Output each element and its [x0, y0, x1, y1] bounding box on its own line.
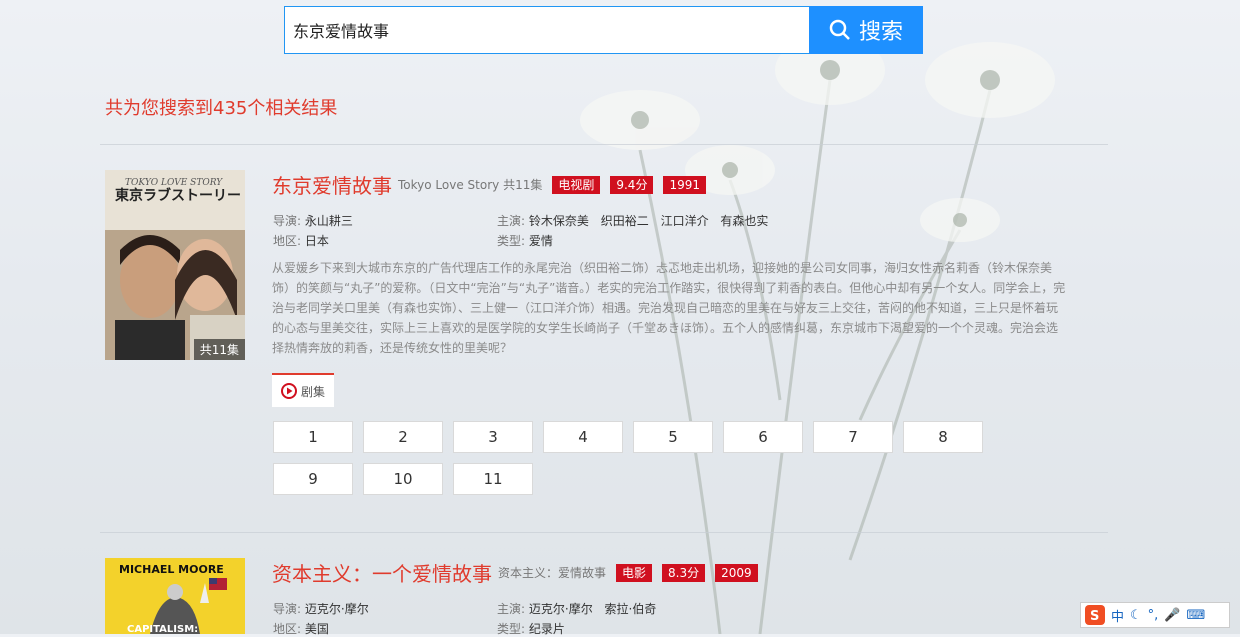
tab-episodes[interactable]: 剧集: [272, 373, 334, 407]
genre-value: 爱情: [528, 234, 553, 248]
region-row: 地区: 日本: [273, 232, 337, 249]
tab-episodes-label: 剧集: [300, 384, 325, 399]
punctuation-icon[interactable]: °,: [1148, 608, 1159, 623]
episodes-total: 共11集: [503, 178, 543, 192]
cast-label: 主演:: [497, 602, 526, 616]
tag-year: 2009: [715, 563, 758, 582]
svg-text:S: S: [1090, 609, 1099, 624]
genre-row: 类型: 爱情: [497, 232, 561, 249]
cast-member[interactable]: 迈克尔·摩尔: [529, 602, 593, 616]
result-count: 共为您搜索到435个相关结果: [105, 98, 338, 119]
cast-member[interactable]: 江口洋介: [661, 214, 709, 228]
cast-member[interactable]: 索拉·伯奇: [605, 602, 657, 616]
cast-label: 主演:: [497, 214, 526, 228]
episode-button[interactable]: 8: [903, 421, 983, 453]
title-row: 资本主义：一个爱情故事 资本主义：爱情故事 电影 8.3分 2009: [272, 558, 762, 587]
result-card: MICHAEL MOORE CAPITALISM: 资本主义：一个爱情故事 资本…: [105, 558, 1105, 637]
divider: [100, 144, 1108, 145]
ime-mode-label[interactable]: 中: [1111, 606, 1124, 625]
svg-text:TOKYO LOVE STORY: TOKYO LOVE STORY: [125, 178, 223, 188]
genre-label: 类型:: [497, 234, 526, 248]
keyboard-icon[interactable]: ⌨: [1187, 608, 1206, 623]
result-card: 東京ラブストーリー TOKYO LOVE STORY 共11集 东京爱情故事 T…: [105, 170, 1105, 500]
episode-button[interactable]: 2: [363, 421, 443, 453]
cast-member[interactable]: 织田裕二: [601, 214, 649, 228]
original-title: Tokyo Love Story 共11集: [398, 176, 542, 193]
search-button[interactable]: 搜索: [809, 6, 923, 54]
genre-row: 类型: 纪录片: [497, 620, 573, 637]
result-title[interactable]: 东京爱情故事: [272, 170, 392, 199]
director-name[interactable]: 永山耕三: [305, 214, 353, 228]
search-input[interactable]: [284, 6, 827, 54]
episode-button[interactable]: 6: [723, 421, 803, 453]
episode-button[interactable]: 9: [273, 463, 353, 495]
poster-image: 東京ラブストーリー TOKYO LOVE STORY: [105, 170, 245, 360]
search-icon: [829, 19, 850, 40]
episode-button[interactable]: 1: [273, 421, 353, 453]
sogou-logo-icon: S: [1085, 605, 1105, 625]
search-bar: 搜索: [284, 6, 923, 54]
region-row: 地区: 美国: [273, 620, 337, 637]
director-row: 导演: 永山耕三: [273, 212, 361, 229]
cast-member[interactable]: 铃木保奈美: [529, 214, 589, 228]
region-label: 地区:: [273, 234, 302, 248]
moon-icon[interactable]: ☾: [1130, 608, 1142, 623]
episode-count-badge: 共11集: [193, 339, 245, 360]
episode-button[interactable]: 11: [453, 463, 533, 495]
director-name[interactable]: 迈克尔·摩尔: [305, 602, 369, 616]
poster[interactable]: MICHAEL MOORE CAPITALISM:: [105, 558, 245, 634]
original-title-text: Tokyo Love Story: [398, 178, 500, 192]
cast-member[interactable]: 有森也实: [720, 214, 768, 228]
play-icon: [280, 383, 297, 399]
result-title[interactable]: 资本主义：一个爱情故事: [272, 558, 492, 587]
episode-button[interactable]: 5: [633, 421, 713, 453]
episode-button[interactable]: 3: [453, 421, 533, 453]
tag-type: 电视剧: [552, 175, 601, 194]
director-row: 导演: 迈克尔·摩尔: [273, 600, 377, 617]
microphone-icon[interactable]: 🎤: [1164, 608, 1180, 623]
cast-row: 主演: 铃木保奈美 织田裕二 江口洋介 有森也实: [497, 212, 776, 229]
cast-row: 主演: 迈克尔·摩尔 索拉·伯奇: [497, 600, 664, 617]
original-title: 资本主义：爱情故事: [498, 566, 607, 580]
description: 从爱媛乡下来到大城市东京的广告代理店工作的永尾完治（织田裕二饰）忐忑地走出机场，…: [272, 261, 1066, 355]
episode-button[interactable]: 10: [363, 463, 443, 495]
ime-toolbar[interactable]: S 中 ☾ °, 🎤 ⌨: [1080, 602, 1230, 628]
poster-text-top: MICHAEL MOORE: [119, 563, 224, 576]
poster-image: MICHAEL MOORE CAPITALISM:: [105, 558, 245, 634]
svg-text:東京ラブストーリー: 東京ラブストーリー: [115, 187, 241, 204]
episode-button[interactable]: 4: [543, 421, 623, 453]
search-button-label: 搜索: [858, 20, 903, 45]
divider: [100, 532, 1108, 533]
episode-button[interactable]: 7: [813, 421, 893, 453]
poster[interactable]: 東京ラブストーリー TOKYO LOVE STORY 共11集: [105, 170, 245, 360]
poster-text-bottom: CAPITALISM:: [127, 624, 198, 634]
tag-type: 电影: [616, 563, 653, 582]
tag-year: 1991: [663, 175, 706, 194]
region-value: 日本: [304, 234, 329, 248]
director-label: 导演:: [273, 214, 302, 228]
tag-rating: 8.3分: [662, 563, 706, 582]
title-row: 东京爱情故事 Tokyo Love Story 共11集 电视剧 9.4分 19…: [272, 170, 710, 199]
director-label: 导演:: [273, 602, 302, 616]
tag-rating: 9.4分: [610, 175, 654, 194]
